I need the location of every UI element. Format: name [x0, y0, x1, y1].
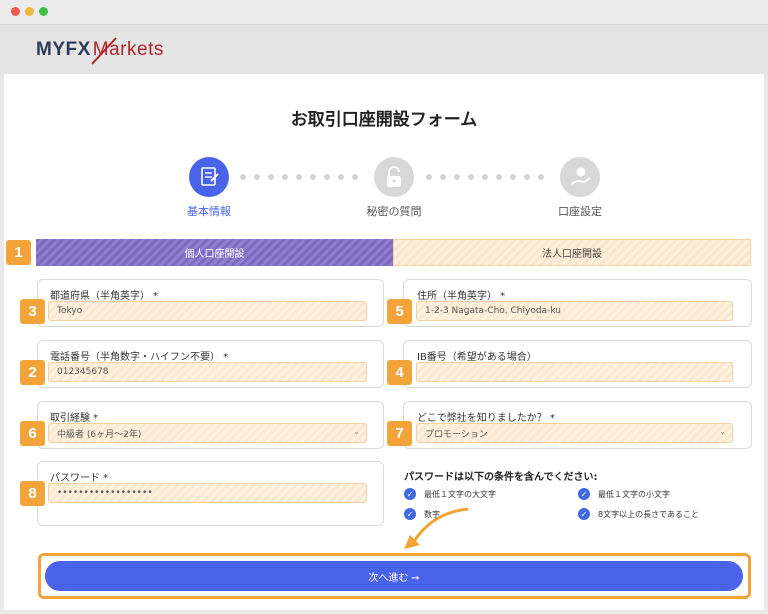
- rule-text: 8文字以上の長さであること: [598, 509, 700, 519]
- progress-dot: [538, 174, 544, 180]
- progress-dot: [482, 174, 488, 180]
- callout-badge-8: 8: [20, 481, 45, 506]
- minimize-window-icon[interactable]: [25, 7, 34, 16]
- progress-dot: [254, 174, 260, 180]
- progress-dot: [510, 174, 516, 180]
- tab-corporate-account[interactable]: 法人口座開設: [393, 239, 751, 266]
- step-label-basic-info: 基本情報: [187, 205, 231, 218]
- address-label: 住所（半角英字） *: [417, 291, 506, 302]
- callout-badge-4: 4: [387, 360, 412, 385]
- ib-input[interactable]: [416, 362, 733, 382]
- callout-badge-6: 6: [20, 421, 45, 446]
- hand-coin-icon: [570, 167, 591, 185]
- logo-text: MYFX Markets: [36, 39, 164, 61]
- rule-text: 最低１文字の大文字: [424, 489, 496, 499]
- callout-badge-3: 3: [20, 299, 45, 324]
- ib-label: IB番号（希望がある場合）: [417, 352, 537, 363]
- referral-value: プロモーション: [425, 429, 488, 440]
- step-label-account-settings: 口座設定: [558, 205, 602, 218]
- experience-label: 取引経験 *: [50, 413, 99, 424]
- password-rule-length: ✓ 8文字以上の長さであること: [578, 508, 699, 520]
- window-titlebar: [0, 0, 768, 24]
- experience-value: 中級者 (6ヶ月〜2年): [57, 429, 142, 440]
- callout-badge-5: 5: [387, 299, 412, 324]
- progress-dot: [524, 174, 530, 180]
- page-title: お取引口座開設フォーム: [290, 110, 478, 130]
- close-window-icon[interactable]: [11, 7, 20, 16]
- step-secret-question: [374, 157, 414, 197]
- callout-badge-7: 7: [387, 421, 412, 446]
- progress-dot: [324, 174, 330, 180]
- progress-dot: [426, 174, 432, 180]
- check-icon: ✓: [578, 508, 590, 520]
- progress-dot: [240, 174, 246, 180]
- address-value: 1-2-3 Nagata-Cho, Chiyoda-ku: [425, 306, 561, 316]
- step-basic-info: [189, 157, 229, 197]
- progress-dot: [296, 174, 302, 180]
- phone-value: 012345678: [57, 367, 109, 377]
- logo-primary: MYFX: [36, 39, 91, 60]
- password-rule-lowercase: ✓ 最低１文字の小文字: [578, 488, 670, 500]
- progress-dot: [268, 174, 274, 180]
- progress-dot: [310, 174, 316, 180]
- prefecture-input[interactable]: Tokyo: [48, 301, 367, 321]
- chevron-down-icon: ⌄: [719, 427, 726, 436]
- lock-icon: [387, 166, 401, 187]
- maximize-window-icon[interactable]: [39, 7, 48, 16]
- progress-dot: [440, 174, 446, 180]
- document-icon: [201, 167, 219, 186]
- password-rule-uppercase: ✓ 最低１文字の大文字: [404, 488, 496, 500]
- phone-label: 電話番号（半角数字・ハイフン不要） *: [50, 352, 229, 363]
- logo-secondary: Markets: [92, 39, 164, 60]
- callout-badge-2: 2: [20, 360, 45, 385]
- next-button[interactable]: 次へ進む ➞: [45, 561, 743, 591]
- step-label-secret-question: 秘密の質問: [366, 205, 422, 218]
- password-value: ••••••••••••••••••: [57, 488, 153, 498]
- password-rules-title: パスワードは以下の条件を含んでください:: [404, 472, 598, 483]
- progress-dot: [338, 174, 344, 180]
- password-input[interactable]: ••••••••••••••••••: [48, 483, 367, 503]
- callout-arrow-icon: [404, 507, 469, 549]
- progress-dot: [352, 174, 358, 180]
- password-label: パスワード *: [50, 473, 109, 484]
- referral-label: どこで弊社を知りましたか？ *: [417, 413, 555, 424]
- phone-input[interactable]: 012345678: [48, 362, 367, 382]
- check-icon: ✓: [578, 488, 590, 500]
- progress-dot: [496, 174, 502, 180]
- step-account-settings: [560, 157, 600, 197]
- experience-select[interactable]: 中級者 (6ヶ月〜2年) ⌄: [48, 423, 367, 443]
- progress-dot: [468, 174, 474, 180]
- progress-dot: [282, 174, 288, 180]
- progress-dot: [454, 174, 460, 180]
- check-icon: ✓: [404, 488, 416, 500]
- rule-text: 最低１文字の小文字: [598, 489, 670, 499]
- chevron-down-icon: ⌄: [353, 427, 360, 436]
- callout-badge-1: 1: [6, 240, 31, 265]
- referral-select[interactable]: プロモーション ⌄: [416, 423, 733, 443]
- tab-individual-account[interactable]: 個人口座開設: [36, 239, 393, 266]
- prefecture-label: 都道府県（半角英字） *: [50, 291, 159, 302]
- prefecture-value: Tokyo: [57, 306, 83, 316]
- address-input[interactable]: 1-2-3 Nagata-Cho, Chiyoda-ku: [416, 301, 733, 321]
